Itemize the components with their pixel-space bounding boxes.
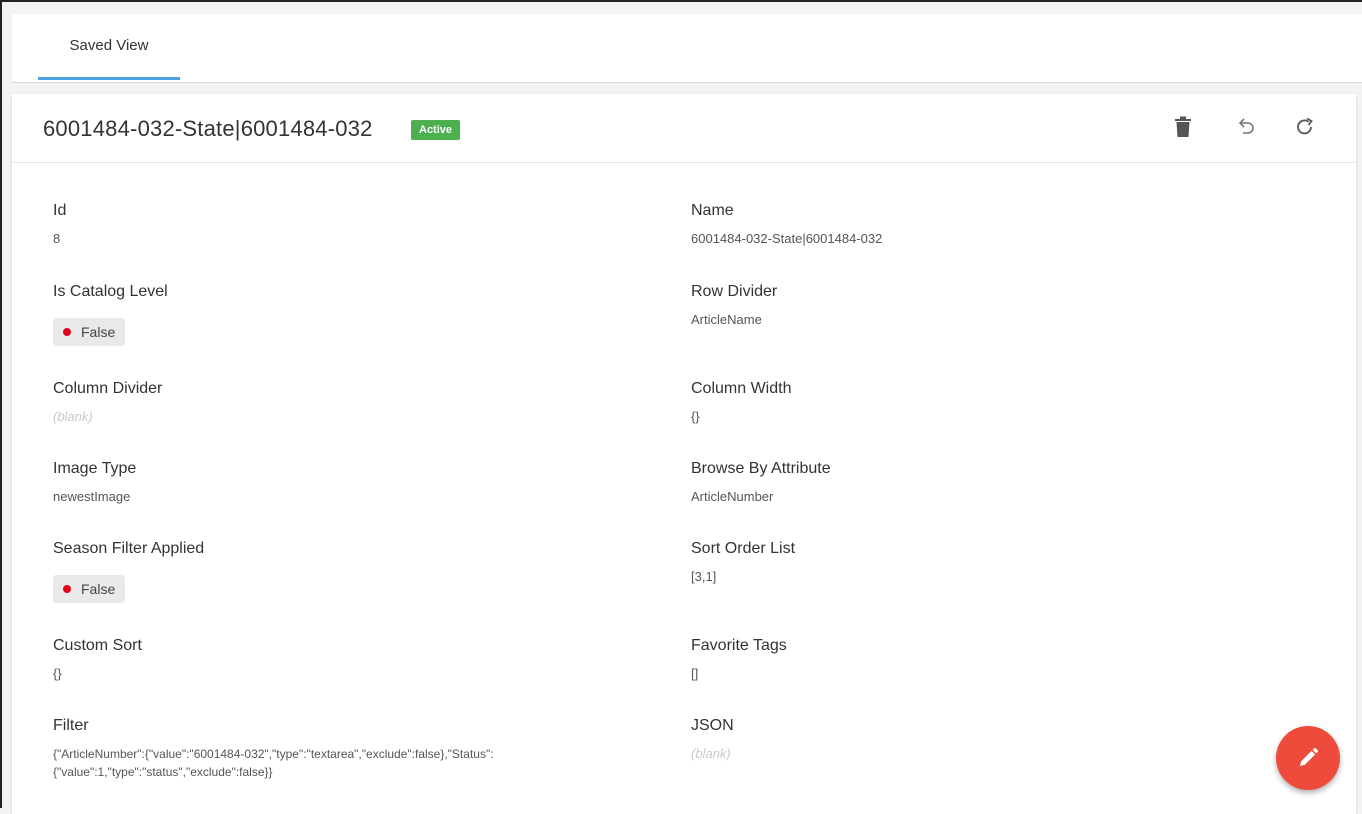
field-column-divider: Column Divider (blank) — [53, 380, 162, 426]
field-label: Image Type — [53, 460, 137, 477]
field-label: Name — [691, 202, 734, 219]
false-dot-icon — [63, 585, 71, 593]
field-column-width: Column Width {} — [691, 380, 791, 426]
field-json: JSON (blank) — [691, 717, 734, 763]
field-label: Custom Sort — [53, 637, 142, 654]
edit-fab-button[interactable] — [1276, 726, 1340, 790]
field-label: Is Catalog Level — [53, 283, 168, 300]
field-custom-sort: Custom Sort {} — [53, 637, 142, 683]
false-dot-icon — [63, 328, 71, 336]
undo-icon — [1238, 118, 1254, 134]
field-value: ArticleNumber — [691, 489, 774, 504]
trash-icon — [1175, 116, 1191, 137]
field-label: Filter — [53, 717, 89, 734]
undo-button[interactable] — [1232, 114, 1258, 140]
boolean-value: False — [81, 581, 116, 597]
pencil-icon — [1300, 748, 1318, 766]
record-title: 6001484-032-State|6001484-032 — [43, 116, 373, 141]
field-label: Sort Order List — [691, 540, 796, 557]
field-label: Favorite Tags — [691, 637, 787, 654]
field-value: {"ArticleNumber":{"value":"6001484-032",… — [53, 745, 494, 781]
field-value: 6001484-032-State|6001484-032 — [691, 231, 883, 246]
field-row-divider: Row Divider ArticleName — [691, 283, 777, 329]
field-value: [] — [691, 666, 699, 681]
field-value: newestImage — [53, 489, 131, 504]
detail-card: 6001484-032-State|6001484-032 Active Id … — [12, 94, 1356, 814]
filter-value-line: {"value":1,"type":"status","exclude":fal… — [53, 765, 273, 779]
field-value: (blank) — [691, 746, 731, 761]
field-name: Name 6001484-032-State|6001484-032 — [691, 202, 882, 248]
card-header: 6001484-032-State|6001484-032 Active — [12, 94, 1356, 163]
field-value: {} — [691, 409, 700, 424]
field-browse-by-attribute: Browse By Attribute ArticleNumber — [691, 460, 831, 506]
field-sort-order-list: Sort Order List [3,1] — [691, 540, 795, 586]
field-label: Column Width — [691, 380, 792, 397]
field-season-filter-applied: Season Filter Applied False — [53, 540, 204, 603]
field-id: Id 8 — [53, 202, 66, 248]
field-value: ArticleName — [691, 312, 762, 327]
field-label: JSON — [691, 717, 734, 734]
field-label: Id — [53, 202, 67, 219]
field-value: {} — [53, 666, 62, 681]
filter-value-line: {"ArticleNumber":{"value":"6001484-032",… — [53, 747, 494, 761]
field-favorite-tags: Favorite Tags [] — [691, 637, 787, 683]
boolean-value: False — [81, 324, 116, 340]
refresh-button[interactable] — [1292, 114, 1318, 140]
field-label: Column Divider — [53, 380, 163, 397]
field-value: [3,1] — [691, 569, 717, 584]
status-badge: Active — [411, 120, 461, 140]
delete-button[interactable] — [1170, 114, 1196, 140]
tab-saved-view[interactable]: Saved View — [38, 14, 180, 80]
boolean-chip: False — [53, 575, 126, 603]
field-label: Row Divider — [691, 283, 778, 300]
boolean-chip: False — [53, 318, 126, 346]
refresh-icon — [1297, 117, 1313, 135]
field-image-type: Image Type newestImage — [53, 460, 136, 506]
field-label: Season Filter Applied — [53, 540, 205, 557]
field-value: 8 — [53, 231, 61, 246]
field-filter: Filter {"ArticleNumber":{"value":"600148… — [53, 717, 494, 781]
tab-bar: Saved View — [12, 14, 1362, 83]
field-label: Browse By Attribute — [691, 460, 831, 477]
field-value: (blank) — [53, 409, 93, 424]
field-is-catalog-level: Is Catalog Level False — [53, 283, 168, 346]
